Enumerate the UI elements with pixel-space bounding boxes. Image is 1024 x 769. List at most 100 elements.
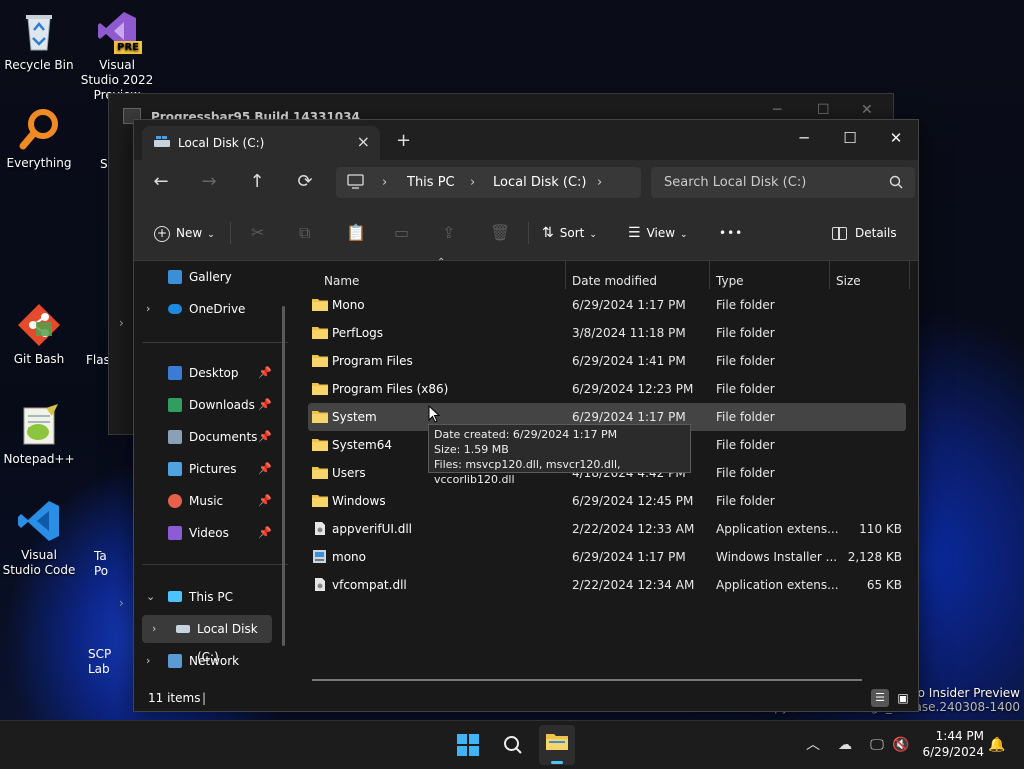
maximize-button[interactable]: ☐ <box>828 124 872 154</box>
sidebar-item-pictures[interactable]: Pictures 📌 <box>134 455 284 483</box>
column-header-size[interactable]: Size <box>836 274 861 288</box>
start-button[interactable] <box>451 729 485 761</box>
file-type: File folder <box>716 494 775 508</box>
pin-icon[interactable]: 📌 <box>258 359 272 387</box>
column-header-type[interactable]: Type <box>716 274 744 288</box>
pin-icon[interactable]: 📌 <box>258 423 272 451</box>
file-row[interactable]: Mono 6/29/2024 1:17 PM File folder <box>308 291 906 319</box>
active-app-indicator <box>551 761 563 764</box>
pin-icon[interactable]: 📌 <box>258 487 272 515</box>
breadcrumb-local-disk[interactable]: Local Disk (C:) <box>493 175 586 190</box>
delete-button[interactable]: 🗑 <box>490 220 510 246</box>
sidebar-item-desktop[interactable]: Desktop 📌 <box>134 359 284 387</box>
close-window-button[interactable]: ✕ <box>874 124 918 154</box>
paste-button[interactable]: 📋 <box>346 220 366 246</box>
breadcrumb-chevron-icon[interactable]: › <box>597 175 602 190</box>
sort-button[interactable]: ⇅ Sort ⌄ <box>542 220 597 246</box>
status-bar: 11 items | ☰ ▣ <box>134 686 918 711</box>
expand-chevron-icon[interactable]: › <box>146 295 150 323</box>
file-row[interactable]: vfcompat.dll 2/22/2024 12:34 AM Applicatio… <box>308 571 906 599</box>
file-name: mono <box>332 550 366 564</box>
back-button[interactable]: ← <box>145 168 177 196</box>
volume-muted-tray-icon[interactable]: 🔇 <box>884 729 918 761</box>
installer-icon <box>312 550 328 563</box>
address-bar[interactable]: › This PC › Local Disk (C:) › <box>336 167 641 198</box>
close-tab-icon[interactable]: × <box>357 132 370 151</box>
sidebar-item-network[interactable]: › Network <box>134 647 284 675</box>
collapse-chevron-icon[interactable]: ⌄ <box>146 583 155 611</box>
tab-local-disk[interactable]: Local Disk (C:) × <box>142 126 380 160</box>
sidebar-item-onedrive[interactable]: › OneDrive <box>134 295 284 323</box>
refresh-button[interactable]: ⟳ <box>289 168 321 196</box>
details-view-toggle-icon[interactable]: ☰ <box>871 689 889 707</box>
up-button[interactable]: ↑ <box>241 168 273 196</box>
sidebar-item-videos[interactable]: Videos 📌 <box>134 519 284 547</box>
desktop-icon-git-bash[interactable]: Git Bash <box>1 302 77 367</box>
file-date-modified: 3/8/2024 11:18 PM <box>572 326 686 340</box>
cut-button[interactable]: ✂ <box>251 220 264 246</box>
new-button[interactable]: + New ⌄ <box>154 220 215 246</box>
status-separator: | <box>202 691 207 705</box>
details-pane-button[interactable]: Details <box>832 220 897 246</box>
file-row[interactable]: mono 6/29/2024 1:17 PM Windows Installer .… <box>308 543 906 571</box>
git-bash-label: Git Bash <box>13 352 65 366</box>
search-button[interactable] <box>496 729 530 761</box>
file-row[interactable]: appverifUI.dll 2/22/2024 12:33 AM Applicat… <box>308 515 906 543</box>
file-date-modified: 2/22/2024 12:33 AM <box>572 522 695 536</box>
file-row[interactable]: Windows 6/29/2024 12:45 PM File folder <box>308 487 906 515</box>
file-row[interactable]: PerfLogs 3/8/2024 11:18 PM File folder <box>308 319 906 347</box>
system-clock[interactable]: 1:44 PM 6/29/2024 <box>922 728 984 760</box>
breadcrumb-this-pc[interactable]: This PC <box>407 175 455 190</box>
pin-icon[interactable]: 📌 <box>258 391 272 419</box>
sidebar-item-downloads[interactable]: Downloads 📌 <box>134 391 284 419</box>
onedrive-tray-icon[interactable]: ☁ <box>828 729 862 761</box>
expand-chevron-icon[interactable]: › <box>152 615 156 643</box>
see-more-button[interactable]: ••• <box>719 220 743 246</box>
sidebar-item-music[interactable]: Music 📌 <box>134 487 284 515</box>
file-row[interactable]: Program Files 6/29/2024 1:41 PM File folde… <box>308 347 906 375</box>
sidebar-item-documents[interactable]: Documents 📌 <box>134 423 284 451</box>
expand-chevron-icon[interactable]: › <box>146 647 150 675</box>
sidebar-scrollbar[interactable] <box>282 306 285 646</box>
pin-icon[interactable]: 📌 <box>258 519 272 547</box>
show-hidden-icons-button[interactable]: ︿ <box>796 729 830 761</box>
pin-icon[interactable]: 📌 <box>258 455 272 483</box>
view-button[interactable]: ☰ View ⌄ <box>628 220 688 246</box>
file-type: Application extens... <box>716 578 839 592</box>
desktop-icon-everything[interactable]: Everything <box>1 106 77 171</box>
background-minimize-button[interactable]: ─ <box>773 102 781 118</box>
sidebar-divider <box>142 564 288 565</box>
sidebar-item-local-disk[interactable]: › Local Disk (C:) <box>142 615 272 664</box>
sidebar-label: OneDrive <box>189 302 246 316</box>
background-maximize-button[interactable]: ☐ <box>817 102 830 118</box>
notification-bell-icon[interactable]: 🔔 <box>980 729 1014 761</box>
file-row[interactable]: Program Files (x86) 6/29/2024 12:23 PM Fil… <box>308 375 906 403</box>
file-explorer-window[interactable]: Local Disk (C:) × + ─ ☐ ✕ ← → ↑ ⟳ › This… <box>133 119 919 712</box>
file-size: 110 KB <box>859 522 902 536</box>
background-close-button[interactable]: ✕ <box>861 102 873 118</box>
desktop-icon-visual-studio-2022-preview[interactable]: PRE Visual Studio 2022 Preview <box>79 8 155 103</box>
share-button[interactable]: ⇪ <box>442 220 455 246</box>
sidebar-item-this-pc[interactable]: ⌄ This PC <box>134 583 284 611</box>
sidebar-item-gallery[interactable]: Gallery <box>134 263 284 291</box>
explorer-title-bar[interactable]: Local Disk (C:) × + ─ ☐ ✕ <box>134 120 918 160</box>
copy-button[interactable]: ⧉ <box>299 220 310 246</box>
sidebar-label: Network <box>189 654 240 668</box>
new-tab-button[interactable]: + <box>396 130 411 151</box>
column-header-date-modified[interactable]: Date modified <box>572 274 657 288</box>
search-box[interactable]: Search Local Disk (C:) <box>651 167 915 198</box>
rename-button[interactable]: ▭ <box>394 220 409 246</box>
desktop-icon-notepad-plus-plus[interactable]: Notepad++ <box>1 402 77 467</box>
forward-button[interactable]: → <box>193 168 225 196</box>
tiles-view-toggle-icon[interactable]: ▣ <box>894 689 912 707</box>
gallery-icon <box>168 270 182 284</box>
minimize-button[interactable]: ─ <box>782 124 826 154</box>
column-header-name[interactable]: Name <box>324 274 359 288</box>
horizontal-scrollbar[interactable] <box>312 679 862 681</box>
mouse-cursor-icon <box>428 404 441 426</box>
desktop-icon-recycle-bin[interactable]: Recycle Bin <box>1 8 77 73</box>
file-explorer-taskbar-button[interactable] <box>539 725 575 765</box>
file-name: vfcompat.dll <box>332 578 407 592</box>
desktop-icon-visual-studio-code[interactable]: Visual Studio Code <box>1 498 77 578</box>
breadcrumb-chevron-icon: › <box>470 175 476 190</box>
